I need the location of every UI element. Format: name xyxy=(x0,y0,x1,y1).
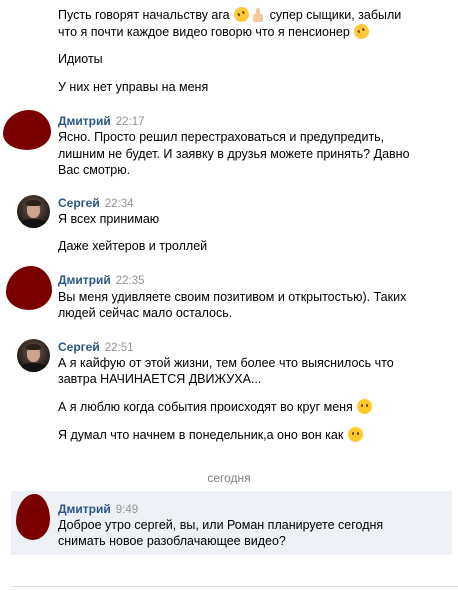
date-separator: сегодня xyxy=(207,471,251,485)
author-name[interactable]: Сергей 22:34 xyxy=(58,196,134,211)
author-name[interactable]: Дмитрий 22:17 xyxy=(58,114,145,129)
message-text: Пусть говорят начальству ага супер сыщик… xyxy=(58,4,402,25)
message-text: А я кайфую от этой жизни, тем более что … xyxy=(58,356,394,370)
message-text: что я почти каждое видео говорю что я пе… xyxy=(58,21,372,42)
avatar[interactable] xyxy=(6,266,52,310)
message-text: Даже хейтеров и троллей xyxy=(58,239,208,253)
author-name[interactable]: Дмитрий 22:35 xyxy=(58,273,145,288)
message-text: Я всех принимаю xyxy=(58,212,160,226)
author-label[interactable]: Дмитрий xyxy=(58,273,111,287)
avatar[interactable] xyxy=(17,195,50,228)
laughing-emoji-icon xyxy=(231,4,252,25)
author-name[interactable]: Дмитрий 9:49 xyxy=(58,502,138,517)
author-label[interactable]: Сергей xyxy=(58,340,100,354)
message-time[interactable]: 22:51 xyxy=(105,342,134,354)
message-text: Идиоты xyxy=(58,52,103,66)
message-text: А я люблю когда события происходят во кр… xyxy=(58,399,373,415)
laughing-emoji-icon xyxy=(351,21,372,42)
message-text: лишним не будет. И заявку в друзья может… xyxy=(58,147,410,161)
message-time[interactable]: 22:34 xyxy=(105,198,134,210)
message-text: завтра НАЧИНАЕТСЯ ДВИЖУХА... xyxy=(58,372,262,386)
message-time[interactable]: 9:49 xyxy=(116,504,138,516)
message-fragment: Пусть говорят начальству ага xyxy=(58,8,230,22)
message-time[interactable]: 22:17 xyxy=(116,116,145,128)
message-fragment: супер сыщики, забыли xyxy=(269,8,402,22)
author-name[interactable]: Сергей 22:51 xyxy=(58,340,134,355)
author-label[interactable]: Сергей xyxy=(58,196,100,210)
smile-emoji-icon xyxy=(347,427,363,442)
divider xyxy=(11,586,458,587)
message-text: Доброе утро сергей, вы, или Роман планир… xyxy=(58,518,384,532)
avatar[interactable] xyxy=(16,494,50,540)
message-fragment: что я почти каждое видео говорю что я пе… xyxy=(58,25,350,39)
avatar[interactable] xyxy=(17,339,50,372)
message-text: людей сейчас мало осталось. xyxy=(58,306,233,320)
author-label[interactable]: Дмитрий xyxy=(58,502,111,516)
message-fragment: А я люблю когда события происходят во кр… xyxy=(58,400,353,414)
author-label[interactable]: Дмитрий xyxy=(58,114,111,128)
avatar[interactable] xyxy=(3,110,51,150)
message-text: Я думал что начнем в понедельник,а оно в… xyxy=(58,427,364,443)
message-text: У них нет управы на меня xyxy=(58,80,209,94)
smile-emoji-icon xyxy=(357,399,373,414)
message-text: снимать новое разоблачающее видео? xyxy=(58,534,286,548)
message-text: Вас смотрю. xyxy=(58,163,131,177)
message-fragment: Я думал что начнем в понедельник,а оно в… xyxy=(58,428,344,442)
message-text: Ясно. Просто решил перестраховаться и пр… xyxy=(58,130,385,144)
message-text: Вы меня удивляете своим позитивом и откр… xyxy=(58,290,407,304)
message-time[interactable]: 22:35 xyxy=(116,275,145,287)
thumbs-up-emoji-icon xyxy=(251,8,265,22)
